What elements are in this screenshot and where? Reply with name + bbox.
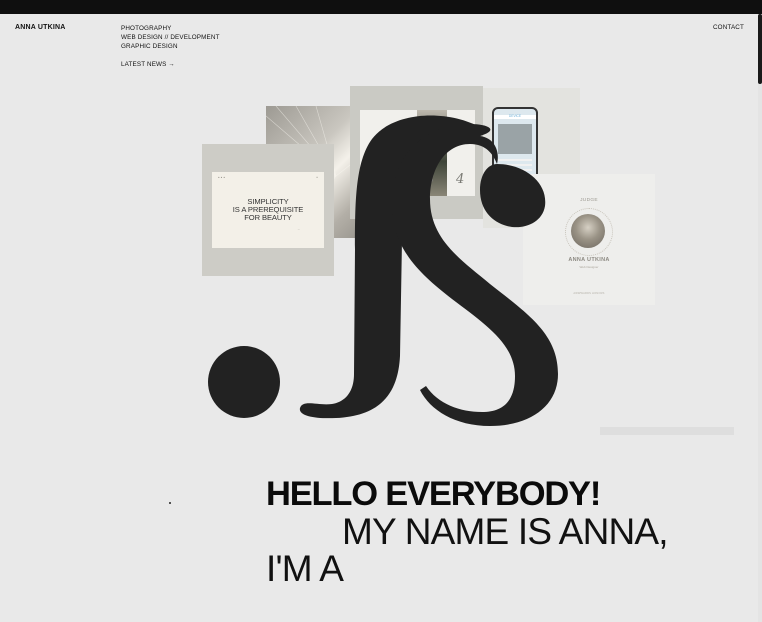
hero-line-3: I'M A — [266, 548, 344, 589]
nav-photography[interactable]: PHOTOGRAPHY — [121, 24, 220, 33]
decorative-dot — [169, 502, 171, 504]
hero-headline: HELLO EVERYBODY! — [266, 475, 601, 513]
numbers-card[interactable]: 2 3 4 — [350, 86, 483, 219]
page: ANNA UTKINA PHOTOGRAPHY WEB DESIGN // DE… — [0, 14, 762, 622]
number-2: 2 — [398, 172, 407, 187]
number-3: 3 — [426, 172, 435, 187]
quote-text: SIMPLICITY IS A PREREQUISITE FOR BEAUTY — [232, 197, 304, 223]
phone-mockup: DEVICE — [492, 107, 538, 181]
decorative-bar — [600, 427, 734, 435]
nav-web-design[interactable]: WEB DESIGN // DEVELOPMENT — [121, 33, 220, 42]
contact-link[interactable]: CONTACT — [713, 24, 744, 31]
judge-name: ANNA UTKINA — [568, 257, 610, 263]
latest-news-link[interactable]: LATEST NEWS → — [121, 61, 175, 68]
quote-panel: ● ● ● ≡ SIMPLICITY IS A PREREQUISITE FOR… — [212, 172, 324, 248]
quote-card[interactable]: ● ● ● ≡ SIMPLICITY IS A PREREQUISITE FOR… — [202, 144, 334, 276]
main-nav: PHOTOGRAPHY WEB DESIGN // DEVELOPMENT GR… — [121, 24, 220, 51]
avatar — [571, 214, 605, 248]
scrollbar-thumb[interactable] — [758, 14, 762, 84]
judge-card[interactable]: JUDGE ANNA UTKINA Web Designer AWWWARDS … — [523, 174, 655, 305]
judge-title: JUDGE — [580, 198, 598, 203]
hero-line-2: MY NAME IS ANNA, — [342, 511, 669, 552]
phone-label: DEVICE — [508, 114, 522, 118]
brand-link[interactable]: ANNA UTKINA — [15, 24, 66, 31]
judge-subtitle: Web Designer — [579, 265, 599, 269]
scrollbar-track[interactable] — [758, 14, 762, 622]
number-4: 4 — [456, 172, 465, 187]
nav-graphic-design[interactable]: GRAPHIC DESIGN — [121, 42, 220, 51]
judge-footer: AWWWARDS HONORS — [573, 292, 605, 295]
